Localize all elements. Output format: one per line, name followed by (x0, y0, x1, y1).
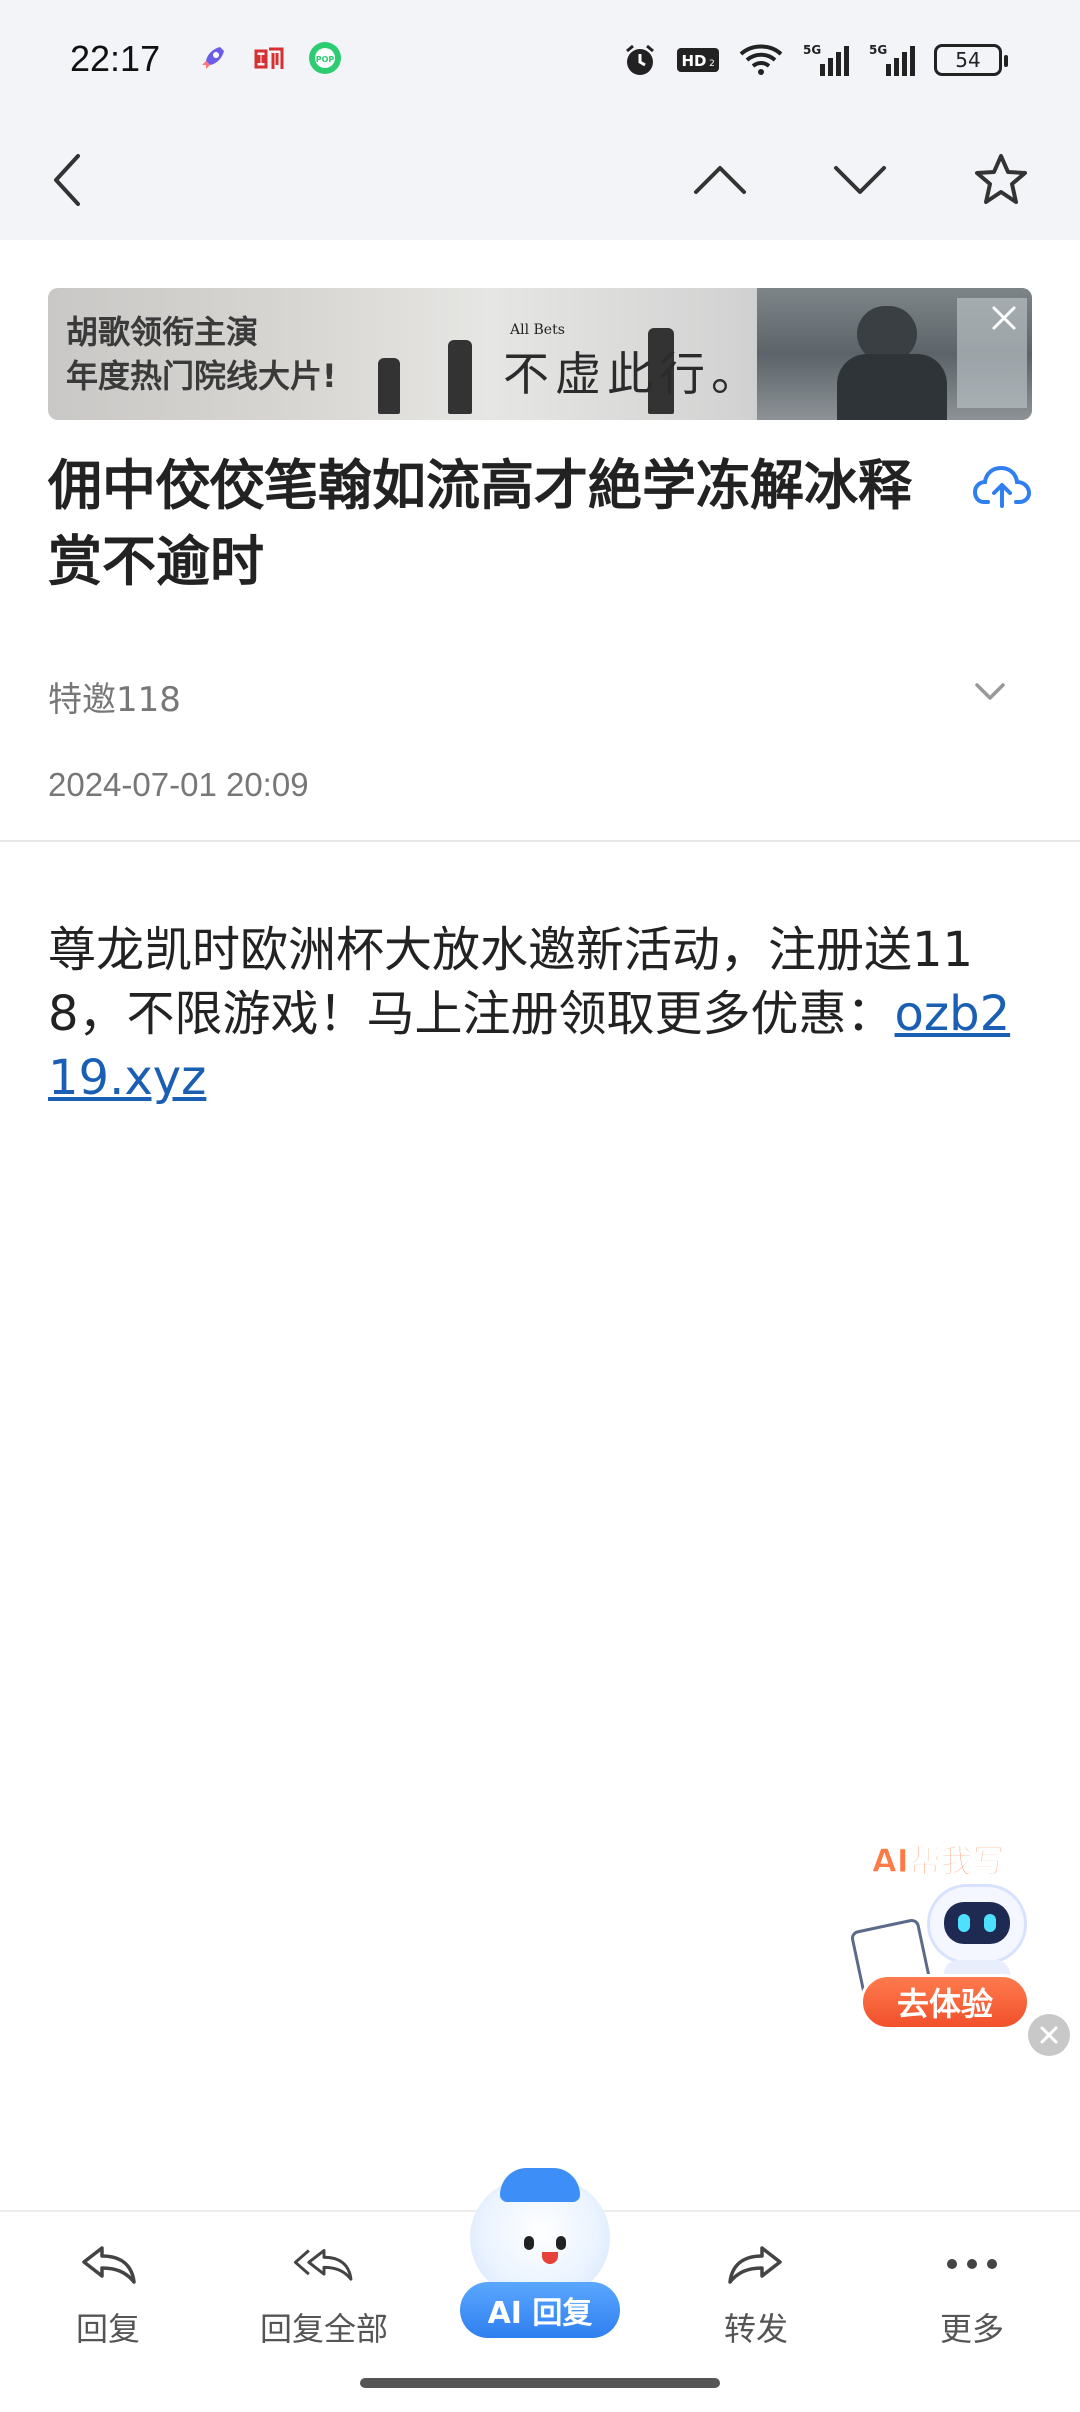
top-area: 22:17 POP HD 2 5G 5G 54 (0, 0, 1080, 240)
header-divider (0, 840, 1080, 842)
ai-reply-button[interactable]: AI 回复 (460, 2168, 620, 2348)
svg-text:5G: 5G (869, 43, 887, 57)
ad-banner-line1: 胡歌领衔主演 (66, 313, 259, 351)
robot-face (944, 1902, 1010, 1944)
wifi-icon (738, 41, 784, 79)
mail-nav-bar (0, 120, 1080, 240)
more-button[interactable]: 更多 (892, 2236, 1052, 2356)
close-icon (1040, 2026, 1058, 2044)
svg-text:2: 2 (709, 59, 715, 69)
chevron-down-icon (975, 683, 1005, 700)
reply-all-button[interactable]: 回复全部 (244, 2236, 404, 2356)
pop-icon: POP (307, 40, 343, 76)
chevron-left-icon (54, 154, 80, 206)
ad-figure (378, 358, 400, 414)
status-bar: 22:17 POP HD 2 5G 5G 54 (0, 0, 1080, 120)
alarm-icon (622, 41, 658, 79)
rocket-icon (195, 40, 231, 76)
email-body: 尊龙凯时欧洲杯大放水邀新活动，注册送118，不限游戏！马上注册领取更多优惠：oz… (48, 918, 1038, 1110)
robot-eye (984, 1914, 996, 1932)
hd-icon: HD 2 (676, 41, 720, 79)
mascot-eye (556, 2236, 566, 2250)
app-badge-icon (251, 40, 287, 76)
svg-text:5G: 5G (803, 43, 821, 57)
ad-banner-text: 胡歌领衔主演 年度热门院线大片! (66, 310, 337, 398)
ad-slogan: 不虚此行。 (503, 347, 763, 401)
signal-5g-icon: 5G (868, 41, 916, 79)
email-body-text: 尊龙凯时欧洲杯大放水邀新活动，注册送118，不限游戏！马上注册领取更多优惠： (48, 922, 974, 1042)
ai-write-title: AI帮我写 (872, 1842, 1006, 1881)
ad-slogan-small: All Bets (510, 322, 565, 338)
ad-close-button[interactable] (986, 300, 1022, 336)
star-icon (975, 154, 1027, 204)
svg-text:POP: POP (316, 55, 335, 64)
ai-write-widget[interactable]: AI帮我写 去体验 (849, 1832, 1042, 2032)
svg-text:HD: HD (681, 52, 706, 70)
signal-5g-icon: 5G (802, 41, 850, 79)
mascot-hat (500, 2168, 580, 2202)
robot-eye (958, 1914, 970, 1932)
email-date: 2024-07-01 20:09 (48, 766, 309, 803)
forward-icon (724, 2236, 788, 2292)
previous-mail-button[interactable] (680, 140, 760, 220)
forward-label: 转发 (723, 2310, 788, 2348)
star-button[interactable] (961, 140, 1041, 220)
ad-banner-line2: 年度热门院线大片! (66, 357, 337, 395)
forward-button[interactable]: 转发 (676, 2236, 836, 2356)
ai-reply-label: AI 回复 (460, 2282, 620, 2338)
chevron-down-icon (834, 166, 886, 194)
more-icon (940, 2236, 1004, 2292)
mascot-eye (524, 2236, 534, 2250)
cloud-upload-icon[interactable] (972, 462, 1032, 512)
system-status: HD 2 5G 5G 54 (622, 40, 1008, 80)
next-mail-button[interactable] (820, 140, 900, 220)
chevron-up-icon (694, 166, 746, 194)
notification-icons: POP (195, 40, 343, 76)
sender-details-toggle[interactable] (970, 672, 1010, 712)
reply-label: 回复 (75, 2310, 140, 2348)
reply-all-icon (292, 2236, 356, 2292)
status-time: 22:17 (70, 38, 161, 79)
email-subject: 佣中佼佼笔翰如流高才絶学冻解冰释赏不逾时 (48, 454, 912, 593)
ad-figure (448, 340, 472, 414)
try-now-button[interactable]: 去体验 (860, 1974, 1030, 2030)
mascot-mouth (542, 2252, 558, 2264)
ad-banner[interactable]: 胡歌领衔主演 年度热门院线大片! All Bets 不虚此行。 (48, 288, 1032, 420)
battery-indicator: 54 (934, 44, 1008, 76)
back-button[interactable] (28, 140, 108, 220)
reply-button[interactable]: 回复 (28, 2236, 188, 2356)
close-icon (992, 306, 1016, 330)
sender-name[interactable]: 特邀118 (48, 672, 181, 721)
ai-widget-close-button[interactable] (1028, 2014, 1070, 2056)
reply-icon (76, 2236, 140, 2292)
more-label: 更多 (939, 2310, 1004, 2348)
reply-all-label: 回复全部 (259, 2310, 388, 2348)
home-indicator[interactable] (360, 2378, 720, 2388)
